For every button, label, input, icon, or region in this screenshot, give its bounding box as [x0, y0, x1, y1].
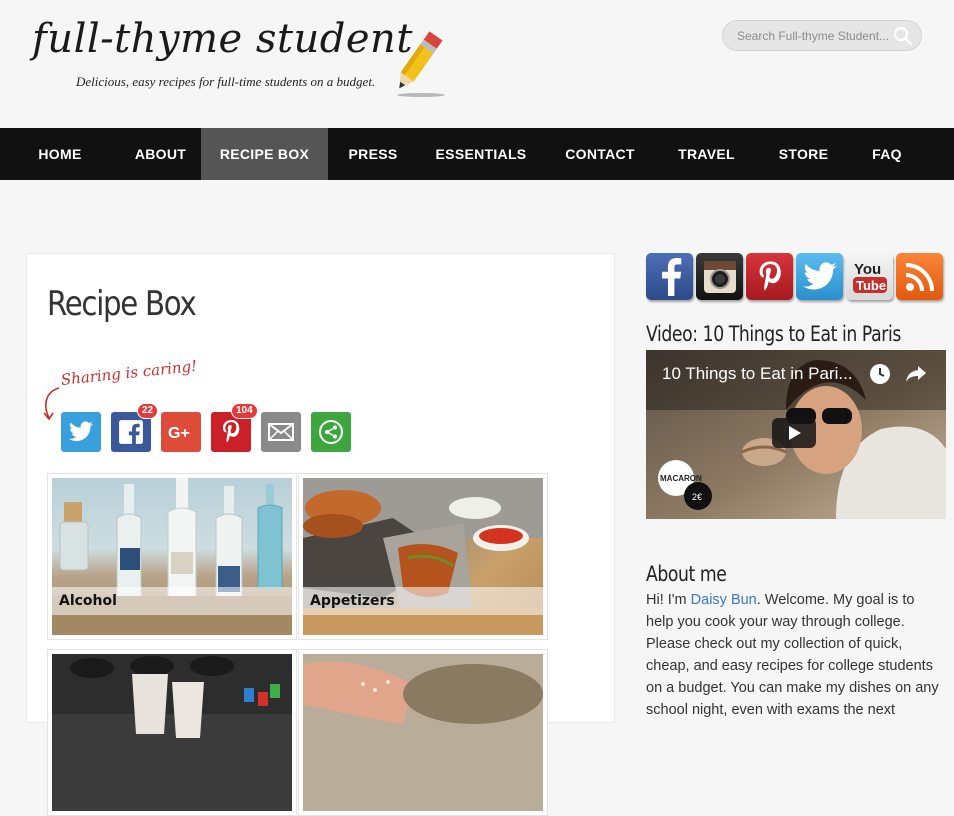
share-more-button[interactable]	[311, 412, 351, 452]
nav-item-about[interactable]: ABOUT	[120, 128, 201, 180]
nav-item-store[interactable]: STORE	[757, 128, 850, 180]
twitter-icon	[803, 261, 836, 289]
category-image-4	[303, 654, 543, 811]
svg-text:G+: G+	[168, 425, 190, 442]
category-image-appetizers: Appetizers	[303, 478, 543, 635]
svg-text:MACARON: MACARON	[660, 474, 702, 483]
share-email-button[interactable]	[261, 412, 301, 452]
about-author-link[interactable]: Daisy Bun	[691, 592, 757, 608]
nav-item-travel[interactable]: TRAVEL	[656, 128, 757, 180]
main-nav: HOME ABOUT RECIPE BOX PRESS ESSENTIALS C…	[0, 128, 954, 180]
search-input[interactable]	[737, 21, 897, 50]
sharing-label: Sharing is caring!	[60, 356, 198, 389]
main-content: Recipe Box Sharing is caring! 22 G+ 104	[26, 253, 615, 816]
nav-item-essentials[interactable]: ESSENTIALS	[418, 128, 544, 180]
follow-twitter-button[interactable]	[796, 253, 843, 300]
facebook-icon	[661, 257, 681, 296]
svg-text:Tube: Tube	[856, 278, 886, 293]
follow-instagram-button[interactable]	[696, 253, 743, 300]
site-tagline: Delicious, easy recipes for full-time st…	[76, 74, 376, 89]
google-plus-icon: G+	[168, 425, 190, 442]
nav-item-faq[interactable]: FAQ	[850, 128, 924, 180]
page-title: Recipe Box	[47, 284, 197, 324]
about-text-after: . Welcome. My goal is to help you cook y…	[646, 592, 939, 718]
search-box	[722, 20, 922, 51]
share-pinterest-button[interactable]: 104	[211, 403, 258, 452]
pinterest-icon	[759, 260, 781, 290]
category-tile-alcohol[interactable]: Alcohol	[47, 473, 297, 640]
category-label-appetizers: Appetizers	[303, 587, 543, 615]
video-widget-title: Video: 10 Things to Eat in Paris	[646, 322, 901, 346]
rss-icon	[905, 262, 934, 291]
category-image-alcohol: Alcohol	[52, 478, 292, 635]
follow-pinterest-button[interactable]	[746, 253, 793, 300]
search-icon[interactable]	[893, 26, 913, 46]
video-title[interactable]: 10 Things to Eat in Pari...	[662, 364, 853, 384]
twitter-icon	[69, 421, 93, 441]
follow-youtube-button[interactable]: You Tube	[846, 253, 893, 300]
category-label-alcohol: Alcohol	[52, 587, 292, 615]
nav-item-press[interactable]: PRESS	[328, 128, 418, 180]
follow-facebook-button[interactable]	[646, 253, 693, 300]
share-arrow-icon[interactable]	[904, 363, 928, 385]
site-title: full-thyme student	[32, 16, 413, 62]
pinterest-icon	[223, 420, 240, 443]
nav-item-recipe-box[interactable]: RECIPE BOX	[201, 128, 328, 180]
nav-item-home[interactable]: HOME	[0, 128, 120, 180]
share-facebook-button[interactable]: 22	[111, 403, 159, 452]
site-logo[interactable]: full-thyme student Delicious, easy recip…	[32, 10, 452, 110]
youtube-icon: YouTube	[852, 261, 887, 293]
pinterest-share-count: 104	[231, 403, 258, 419]
svg-text:2€: 2€	[692, 492, 702, 502]
about-text-before: Hi! I'm	[646, 592, 691, 608]
cups-illustration	[52, 654, 292, 738]
email-icon	[268, 423, 294, 441]
pencil-icon	[397, 31, 445, 97]
site-header: full-thyme student Delicious, easy recip…	[0, 0, 954, 128]
follow-rss-button[interactable]	[896, 253, 943, 300]
share-twitter-button[interactable]	[61, 412, 101, 452]
category-image-3	[52, 654, 292, 811]
category-tile-appetizers[interactable]: Appetizers	[298, 473, 548, 640]
share-icon	[319, 420, 343, 444]
facebook-share-count: 22	[137, 403, 159, 419]
category-tile-4[interactable]	[298, 649, 548, 816]
category-tile-3[interactable]	[47, 649, 297, 816]
video-player[interactable]: MACARON 2€ 10 Things to Eat in Pari...	[646, 350, 946, 519]
nav-item-contact[interactable]: CONTACT	[544, 128, 656, 180]
grains-illustration	[303, 654, 543, 811]
svg-text:You: You	[854, 261, 881, 278]
about-text: Hi! I'm Daisy Bun. Welcome. My goal is t…	[646, 589, 941, 721]
about-widget-title: About me	[646, 562, 727, 586]
watch-later-icon[interactable]	[869, 363, 891, 385]
instagram-icon	[703, 260, 736, 293]
share-google-plus-button[interactable]: G+	[161, 412, 201, 452]
facebook-icon	[119, 420, 143, 445]
